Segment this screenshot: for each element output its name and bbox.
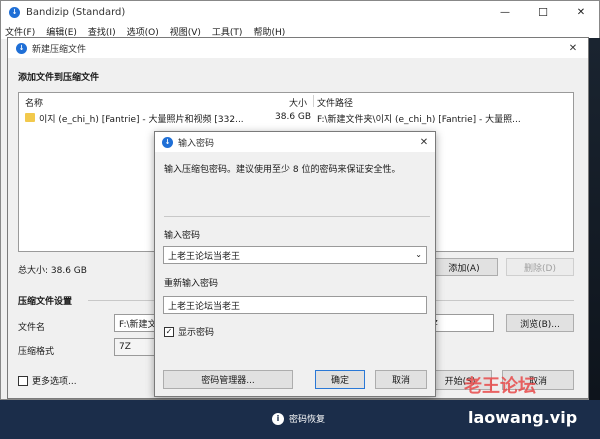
info-icon: i	[272, 412, 284, 425]
compress-titlebar[interactable]: ↓ 新建压缩文件	[8, 38, 588, 58]
show-password-checkbox[interactable]: ✓	[164, 326, 174, 337]
menu-help[interactable]: 帮助(H)	[253, 25, 285, 38]
menu-options[interactable]: 选项(O)	[127, 25, 159, 38]
enter-password-label: 输入密码	[164, 231, 201, 241]
file-row[interactable]: 이지 (e_chi_h) [Fantrie] - 大量照片和视频 [332...…	[23, 111, 571, 125]
menu-view[interactable]: 视图(V)	[170, 25, 201, 38]
password-description: 输入压缩包密码。建议使用至少 8 位的密码来保证安全性。	[164, 165, 401, 175]
password-title: 输入密码	[178, 138, 215, 149]
format-label: 压缩格式	[18, 347, 55, 357]
more-options[interactable]: 更多选项...	[18, 374, 77, 387]
browse-button[interactable]: 浏览(B)...	[506, 314, 574, 332]
compress-close-icon[interactable]: ✕	[566, 41, 580, 55]
filename-field-ext[interactable]: z	[428, 314, 494, 332]
password-dialog: ↓ 输入密码 ✕ 输入压缩包密码。建议使用至少 8 位的密码来保证安全性。 输入…	[154, 131, 436, 397]
file-path: F:\新建文件夹\이지 (e_chi_h) [Fantrie] - 大量照...	[317, 115, 521, 125]
menu-tools[interactable]: 工具(T)	[212, 25, 243, 38]
add-button[interactable]: 添加(A)	[430, 258, 498, 276]
enter-password-value: 上老王论坛当老王	[168, 251, 241, 262]
show-password[interactable]: ✓ 显示密码	[164, 325, 214, 338]
more-options-checkbox[interactable]	[18, 375, 28, 386]
password-recovery-label: 密码恢复	[289, 415, 326, 425]
more-options-label: 更多选项...	[32, 377, 77, 387]
password-cancel-button[interactable]: 取消	[375, 370, 427, 389]
file-name: 이지 (e_chi_h) [Fantrie] - 大量照片和视频 [332...	[39, 115, 244, 125]
bandizip-logo-icon: ↓	[16, 42, 27, 54]
file-size: 38.6 GB	[275, 112, 312, 122]
desktop-strip	[589, 38, 600, 400]
password-close-icon[interactable]: ✕	[417, 135, 431, 149]
enter-password-field[interactable]: 上老王论坛当老王 ⌄	[163, 246, 427, 264]
column-size-header[interactable]: 大小	[289, 96, 307, 109]
bandizip-logo-icon: ↓	[162, 136, 173, 148]
column-name-header[interactable]: 名称	[25, 96, 43, 109]
settings-heading: 压缩文件设置	[18, 297, 73, 307]
close-button[interactable]: ✕	[563, 1, 599, 23]
password-ok-button[interactable]: 确定	[315, 370, 365, 389]
password-titlebar[interactable]: ↓ 输入密码	[155, 132, 435, 152]
password-recovery[interactable]: i 密码恢复	[272, 412, 325, 425]
folder-icon	[25, 113, 35, 122]
maximize-button[interactable]: ☐	[525, 1, 561, 23]
compress-title: 新建压缩文件	[32, 44, 87, 55]
menu-file[interactable]: 文件(F)	[5, 25, 35, 38]
reenter-password-label: 重新输入密码	[164, 279, 219, 289]
delete-button[interactable]: 删除(D)	[506, 258, 574, 276]
watermark-title: 老王论坛	[464, 376, 536, 397]
menu-find[interactable]: 查找(I)	[88, 25, 116, 38]
watermark-url: laowang.vip	[468, 408, 578, 427]
password-divider	[164, 216, 430, 217]
show-password-label: 显示密码	[178, 328, 215, 338]
filename-label: 文件名	[18, 323, 46, 333]
total-size: 总大小: 38.6 GB	[18, 266, 87, 276]
password-manager-button[interactable]: 密码管理器...	[163, 370, 293, 389]
app-title: Bandizip (Standard)	[26, 6, 126, 18]
chevron-down-icon[interactable]: ⌄	[415, 250, 422, 259]
bandizip-logo-icon: ↓	[9, 6, 20, 18]
column-path-header[interactable]: 文件路径	[317, 96, 353, 109]
minimize-button[interactable]: —	[487, 1, 523, 23]
menu-edit[interactable]: 编辑(E)	[46, 25, 77, 38]
column-divider	[313, 95, 314, 107]
add-files-heading: 添加文件到压缩文件	[18, 73, 100, 83]
reenter-password-field[interactable]: 上老王论坛当老王	[163, 296, 427, 314]
